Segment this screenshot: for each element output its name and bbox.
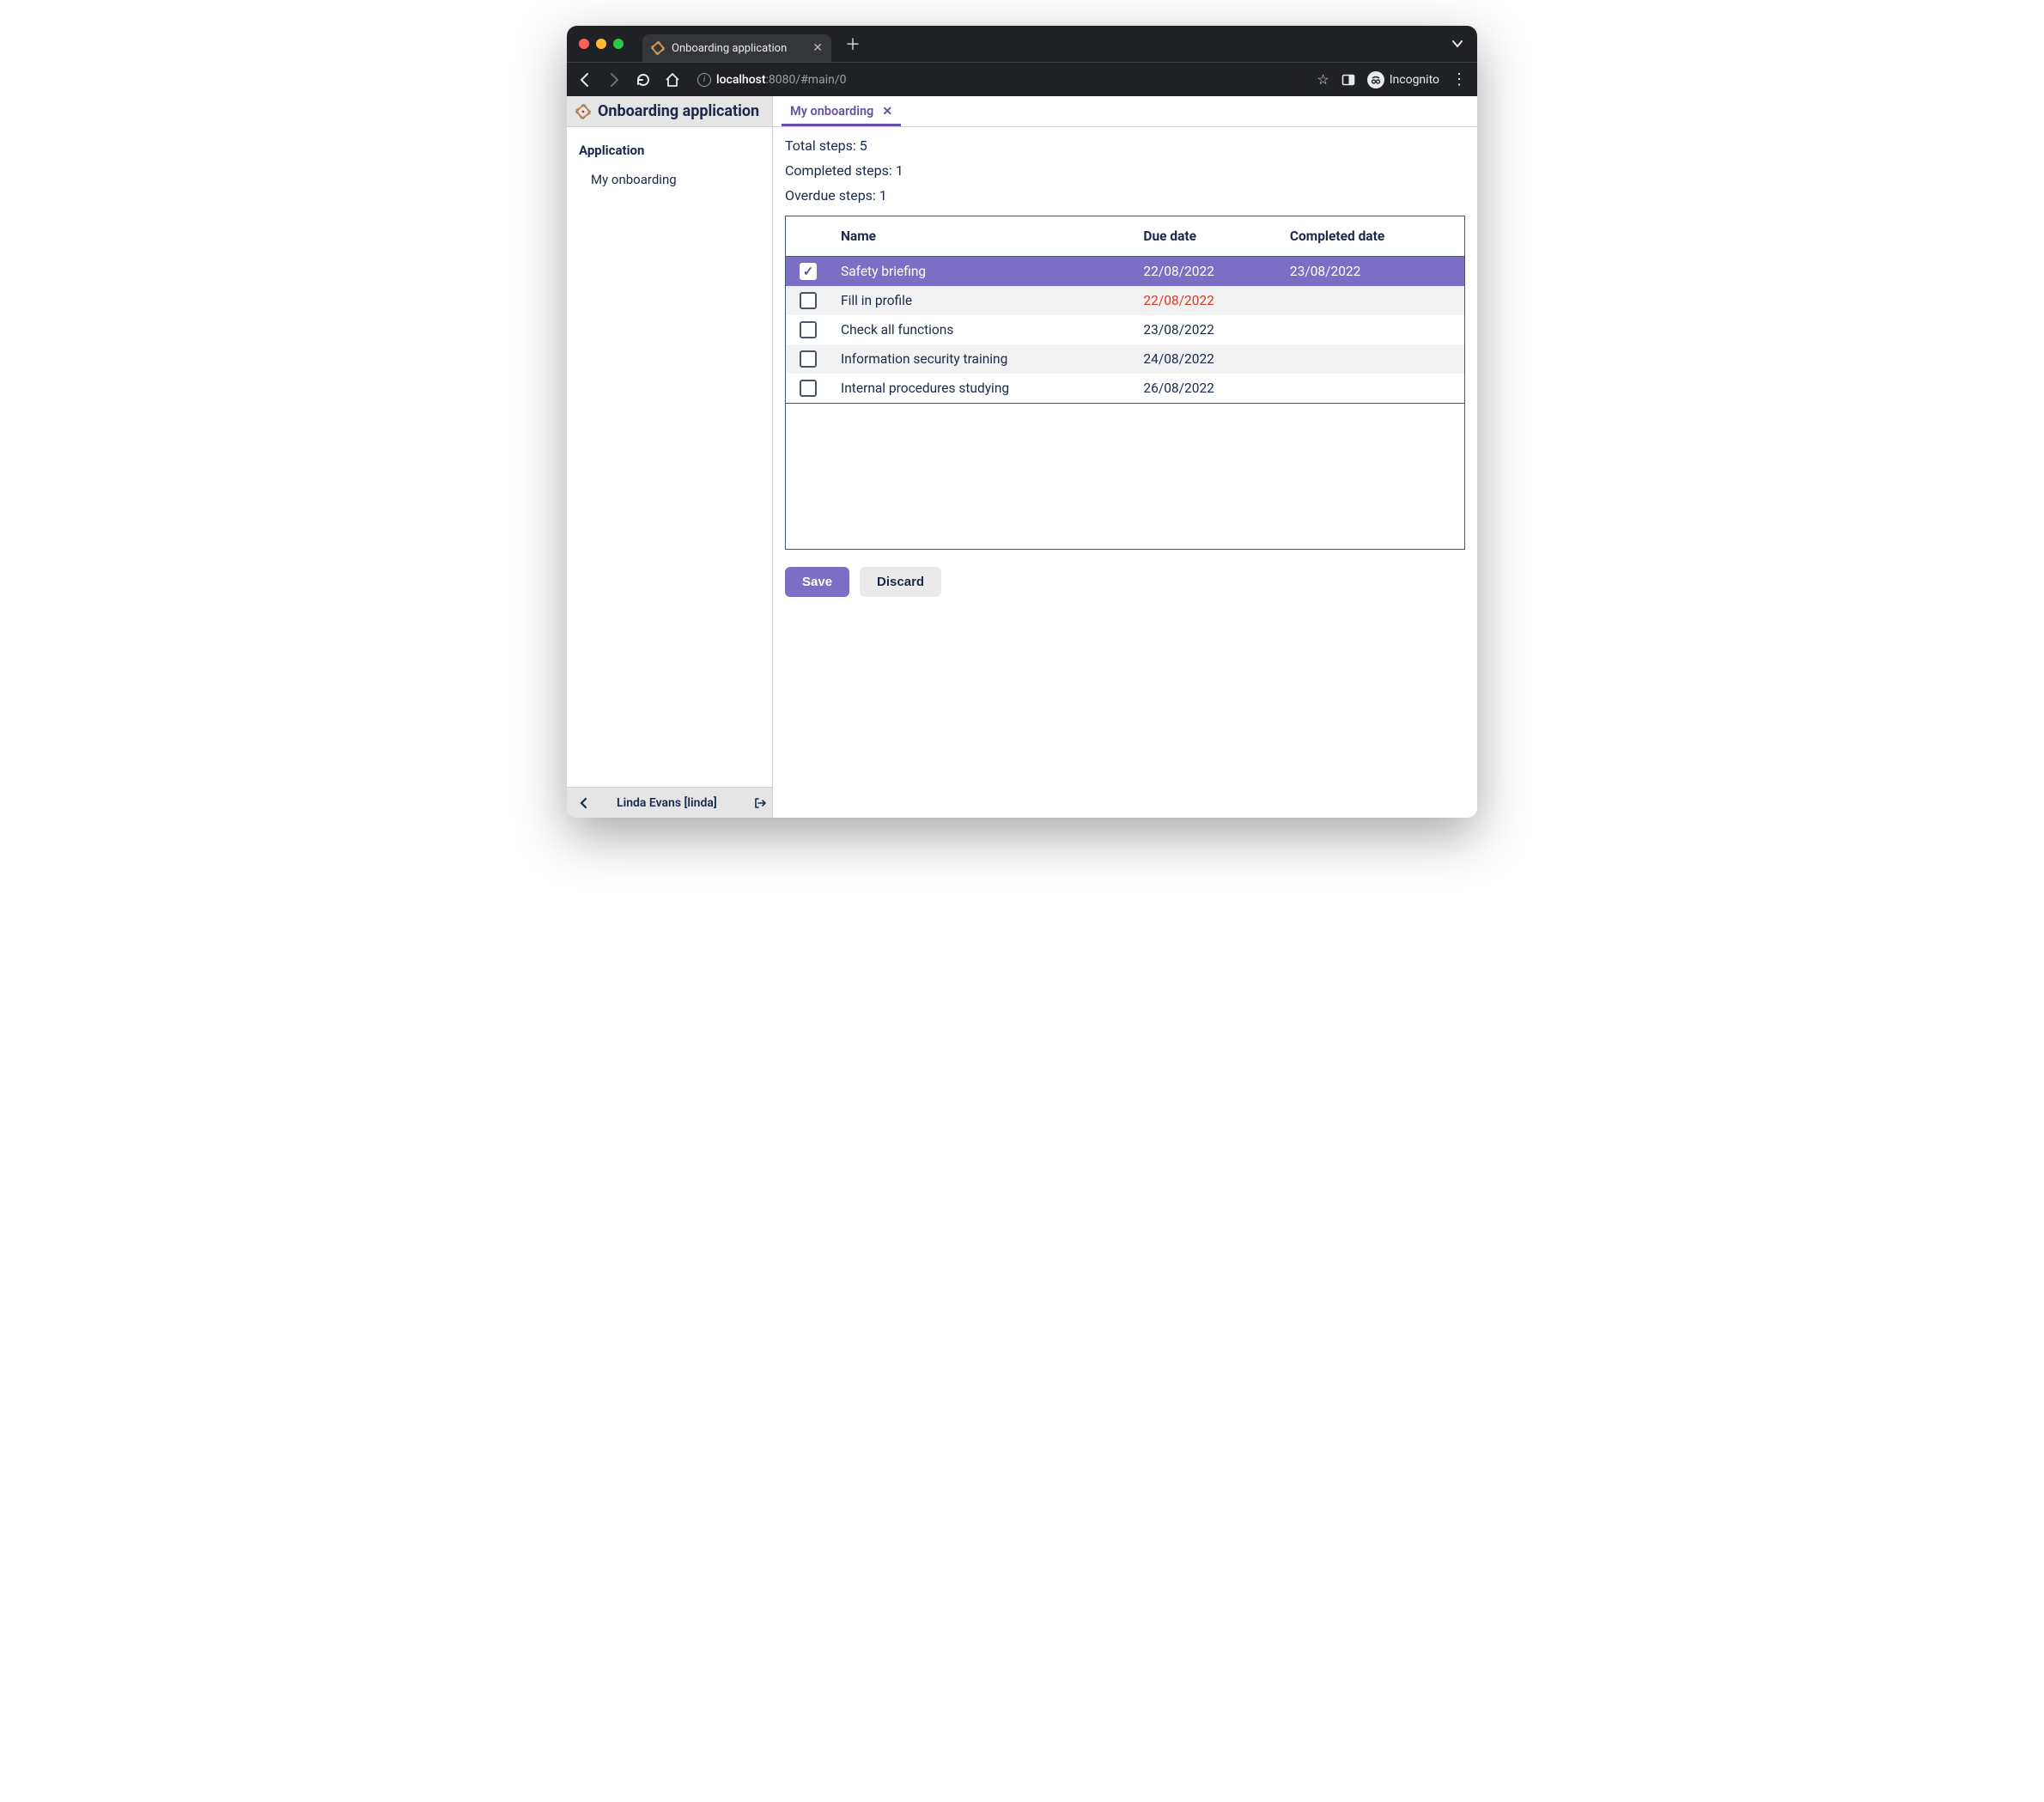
new-tab-button[interactable]: ＋ [838, 33, 867, 55]
incognito-label: Incognito [1390, 73, 1439, 87]
site-info-icon[interactable]: i [697, 73, 711, 87]
cell-name: Safety briefing [830, 257, 1133, 286]
tab-my-onboarding[interactable]: My onboarding ✕ [782, 97, 901, 126]
cell-due-date: 24/08/2022 [1133, 344, 1279, 374]
url-host: localhost [716, 73, 766, 87]
discard-button[interactable]: Discard [860, 567, 941, 597]
tab-label: My onboarding [790, 104, 873, 119]
cell-name: Fill in profile [830, 286, 1133, 315]
stat-overdue: Overdue steps: 1 [785, 186, 1465, 205]
sidebar-nav: Application My onboarding [567, 127, 772, 787]
col-due[interactable]: Due date [1133, 216, 1279, 257]
sidebar-footer: Linda Evans [linda] [567, 787, 772, 818]
cell-completed-date [1280, 374, 1464, 403]
tab-close-icon[interactable]: ✕ [882, 105, 892, 119]
collapse-sidebar-icon[interactable] [572, 791, 596, 815]
stat-total: Total steps: 5 [785, 136, 1465, 155]
browser-tab-title: Onboarding application [672, 42, 787, 55]
tab-close-icon[interactable]: ✕ [812, 41, 823, 55]
row-checkbox[interactable] [800, 380, 817, 397]
app-logo-icon [575, 104, 591, 119]
window-controls [579, 39, 624, 49]
browser-menu-icon[interactable]: ⋮ [1451, 70, 1467, 88]
save-button[interactable]: Save [785, 567, 849, 597]
sidebar-header: Onboarding application [567, 96, 772, 127]
row-checkbox[interactable] [800, 292, 817, 309]
steps-table: Name Due date Completed date Safety brie… [786, 216, 1464, 403]
row-checkbox[interactable] [800, 321, 817, 338]
table-row[interactable]: Safety briefing22/08/202223/08/2022 [786, 257, 1464, 286]
row-checkbox[interactable] [800, 263, 817, 280]
back-icon[interactable] [577, 72, 593, 88]
cell-name: Information security training [830, 344, 1133, 374]
col-name[interactable]: Name [830, 216, 1133, 257]
app: Onboarding application Application My on… [567, 96, 1477, 818]
browser-tab[interactable]: Onboarding application ✕ [642, 34, 831, 62]
address-bar[interactable]: i localhost:8080/#main/0 [694, 68, 1303, 92]
cell-due-date: 22/08/2022 [1133, 257, 1279, 286]
col-completed[interactable]: Completed date [1280, 216, 1464, 257]
action-buttons: Save Discard [785, 555, 1465, 597]
url-port: :8080 [766, 73, 796, 87]
table-row[interactable]: Information security training24/08/2022 [786, 344, 1464, 374]
steps-table-container: Name Due date Completed date Safety brie… [785, 216, 1465, 550]
maximize-window-icon[interactable] [613, 39, 624, 49]
bookmark-star-icon[interactable]: ☆ [1317, 71, 1329, 88]
cell-name: Internal procedures studying [830, 374, 1133, 403]
app-tabstrip: My onboarding ✕ [773, 96, 1477, 127]
nav-group-application[interactable]: Application [575, 137, 763, 163]
current-user-label[interactable]: Linda Evans [linda] [599, 796, 750, 810]
favicon-icon [651, 41, 665, 55]
url-path: /#main/0 [795, 73, 846, 87]
row-checkbox[interactable] [800, 350, 817, 368]
main: My onboarding ✕ Total steps: 5 Completed… [773, 96, 1477, 818]
logout-icon[interactable] [753, 796, 767, 810]
panel-icon[interactable] [1341, 73, 1355, 87]
sidebar: Onboarding application Application My on… [567, 96, 773, 818]
table-row[interactable]: Fill in profile22/08/2022 [786, 286, 1464, 315]
table-empty-area [786, 403, 1464, 549]
nav-item-my-onboarding[interactable]: My onboarding [575, 163, 763, 196]
tabs-dropdown-icon[interactable] [1451, 38, 1469, 50]
cell-name: Check all functions [830, 315, 1133, 344]
cell-completed-date [1280, 344, 1464, 374]
cell-due-date: 22/08/2022 [1133, 286, 1279, 315]
browser-chrome: Onboarding application ✕ ＋ i [567, 26, 1477, 96]
app-title: Onboarding application [598, 102, 759, 120]
cell-due-date: 23/08/2022 [1133, 315, 1279, 344]
cell-completed-date: 23/08/2022 [1280, 257, 1464, 286]
table-row[interactable]: Check all functions23/08/2022 [786, 315, 1464, 344]
minimize-window-icon[interactable] [596, 39, 606, 49]
close-window-icon[interactable] [579, 39, 589, 49]
cell-completed-date [1280, 315, 1464, 344]
cell-completed-date [1280, 286, 1464, 315]
incognito-icon [1367, 71, 1384, 88]
stat-completed: Completed steps: 1 [785, 161, 1465, 180]
toolbar-right: ☆ Incognito ⋮ [1317, 70, 1467, 88]
incognito-badge[interactable]: Incognito [1367, 71, 1439, 88]
cell-due-date: 26/08/2022 [1133, 374, 1279, 403]
browser-toolbar: i localhost:8080/#main/0 ☆ Incognito ⋮ [567, 62, 1477, 96]
forward-icon[interactable] [606, 72, 622, 88]
browser-tabbar: Onboarding application ✕ ＋ [567, 26, 1477, 62]
col-checkbox [786, 216, 830, 257]
reload-icon[interactable] [636, 72, 651, 88]
browser-window: Onboarding application ✕ ＋ i [567, 26, 1477, 818]
home-icon[interactable] [665, 72, 680, 88]
table-row[interactable]: Internal procedures studying26/08/2022 [786, 374, 1464, 403]
content: Total steps: 5 Completed steps: 1 Overdu… [773, 127, 1477, 609]
